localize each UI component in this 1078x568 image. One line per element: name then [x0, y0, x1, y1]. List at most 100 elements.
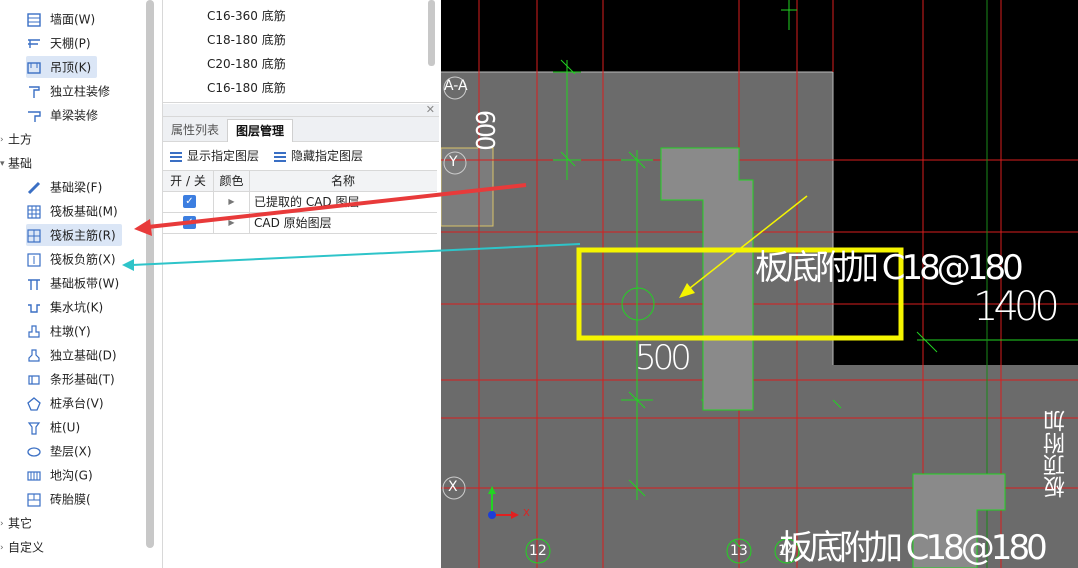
grid-bubble-12: 12	[529, 543, 547, 559]
layer-toolbar: 显示指定图层 隐藏指定图层	[163, 145, 439, 167]
vertical-annotation: 板顶附加	[1044, 410, 1069, 498]
ucs-x-label: X	[523, 508, 530, 519]
axis-y-label: Y	[449, 154, 458, 170]
axis-x-label: X	[448, 479, 458, 495]
hide-layer-button[interactable]: 隐藏指定图层	[273, 145, 363, 167]
dimension-600: 600	[469, 110, 499, 149]
cad-canvas[interactable]: A-A Y X 600 500 1400 板底附加 C18@180 板底附加 C…	[441, 0, 1078, 568]
tree-item-label: 地沟(G)	[50, 468, 93, 483]
expand-icon[interactable]: ▶	[214, 192, 250, 212]
rebar-item[interactable]: C20-180 底筋	[207, 52, 286, 76]
tab-layers[interactable]: 图层管理	[227, 119, 294, 142]
col-name: 名称	[330, 174, 355, 188]
layers-icon	[274, 151, 286, 162]
chevron-right-icon[interactable]: ›	[0, 513, 8, 535]
chevron-right-icon[interactable]: ›	[0, 537, 8, 559]
expand-icon[interactable]: ▶	[214, 213, 250, 233]
tree-item[interactable]: 垫层(X)	[26, 440, 92, 462]
tree-item-label: 自定义	[8, 540, 45, 555]
layers-icon	[170, 151, 182, 162]
tree-item-label: 柱墩(Y)	[50, 324, 91, 339]
tree-item-label: 基础板带(W)	[50, 276, 120, 291]
rebar-list: C16-360 底筋 C18-180 底筋 C20-180 底筋 C16-180…	[163, 0, 439, 103]
hide-layer-label: 隐藏指定图层	[291, 149, 364, 163]
tree-item[interactable]: 砖胎膜(	[26, 488, 91, 510]
dimension-500: 500	[635, 338, 692, 378]
grid-bubble-14: 14	[778, 543, 796, 559]
tree-item-label: 垫层(X)	[50, 444, 92, 459]
sump-pit-icon	[28, 303, 40, 313]
component-tree: 墙面(W) 天棚(P) 吊顶(K) 独立柱装修单梁装修 › 土方 ▾ 基础基础梁(F) 筏板基础…	[0, 0, 158, 568]
col-onoff: 开 / 关	[163, 171, 214, 191]
tree-item-label: 桩(U)	[50, 420, 81, 435]
chevron-down-icon[interactable]: ▾	[0, 153, 8, 175]
pile-icon	[27, 421, 41, 435]
tree-item[interactable]: 独立基础(D)	[26, 344, 117, 366]
tree-item[interactable]: 筏板基础(M)	[26, 200, 118, 222]
tree-item-label: 独立基础(D)	[50, 348, 117, 363]
raft-main-rebar-icon	[27, 228, 41, 243]
tree-item-label: 筏板负筋(X)	[50, 252, 116, 267]
tree-item[interactable]: 桩(U)	[26, 416, 80, 438]
panel-tabs: 属性列表 图层管理	[163, 117, 439, 142]
tree-group[interactable]: › 土方	[0, 128, 32, 150]
layer-name: CAD 原始图层	[254, 216, 332, 230]
col-color: 颜色	[214, 171, 250, 191]
middle-panel: C16-360 底筋 C18-180 底筋 C20-180 底筋 C16-180…	[162, 0, 439, 568]
tree-item[interactable]: 集水坑(K)	[26, 296, 103, 318]
tree-item[interactable]: 吊顶(K)	[26, 56, 98, 78]
list-scrollbar[interactable]	[428, 0, 435, 66]
pile-cap-icon	[27, 396, 41, 411]
strip-footing-icon	[28, 374, 40, 385]
tree-item[interactable]: 地沟(G)	[26, 464, 93, 486]
tree-item-label: 基础梁(F)	[50, 180, 103, 195]
show-layer-button[interactable]: 显示指定图层	[169, 145, 259, 167]
tree-group[interactable]: › 自定义	[0, 536, 44, 558]
tree-item[interactable]: 单梁装修	[26, 104, 98, 126]
rebar-item[interactable]: C18-180 底筋	[207, 28, 286, 52]
dimension-1400: 1400	[973, 284, 1060, 330]
grid-header: 开 / 关 颜色 名称	[163, 171, 437, 192]
tree-group[interactable]: ▾ 基础	[0, 152, 32, 174]
table-row[interactable]: ✓ ▶ CAD 原始图层	[163, 213, 437, 234]
chevron-right-icon[interactable]: ›	[0, 129, 8, 151]
tree-item-label: 集水坑(K)	[50, 300, 104, 315]
tree-item-label: 条形基础(T)	[50, 372, 115, 387]
tree-scrollbar[interactable]	[146, 0, 154, 548]
tree-item-label: 单梁装修	[50, 108, 99, 123]
layer-name: 已提取的 CAD 图层	[254, 195, 360, 209]
table-row[interactable]: ✓ ▶ 已提取的 CAD 图层	[163, 192, 437, 213]
tree-item-label: 独立柱装修	[50, 84, 111, 99]
tree-item[interactable]: 桩承台(V)	[26, 392, 104, 414]
rebar-item[interactable]: C16-180 底筋	[207, 76, 286, 100]
tree-item-label: 墙面(W)	[50, 12, 96, 27]
tree-item[interactable]: 墙面(W)	[26, 8, 95, 30]
section-label: A-A	[444, 78, 468, 94]
rebar-item[interactable]: C16-360 底筋	[207, 4, 286, 28]
foundation-strip-icon	[28, 278, 40, 290]
tree-item[interactable]: 基础板带(W)	[26, 272, 119, 294]
tree-group[interactable]: › 其它	[0, 512, 32, 534]
column-finish-icon	[29, 85, 40, 98]
layer-grid: 开 / 关 颜色 名称 ✓ ▶ 已提取的 CAD 图层 ✓ ▶ CAD 原始图层	[163, 170, 437, 234]
tree-item[interactable]: 独立柱装修	[26, 80, 110, 102]
tree-item[interactable]: 基础梁(F)	[26, 176, 102, 198]
suspended-ceiling-icon	[27, 61, 41, 74]
close-icon[interactable]: ✕	[426, 104, 435, 116]
tab-properties[interactable]: 属性列表	[163, 119, 227, 141]
panel-splitter[interactable]: ✕	[163, 104, 439, 117]
trench-icon	[27, 470, 41, 481]
layer-checkbox[interactable]: ✓	[183, 195, 196, 208]
foundation-beam-icon	[27, 181, 41, 194]
tree-item[interactable]: 天棚(P)	[26, 32, 91, 54]
rebar-annotation: 板底附加 C18@180	[779, 528, 1048, 568]
tree-item-label: 吊顶(K)	[50, 60, 92, 75]
layer-checkbox[interactable]: ✓	[183, 216, 196, 229]
tree-item-label: 筏板主筋(R)	[50, 228, 116, 243]
tree-item[interactable]: 柱墩(Y)	[26, 320, 91, 342]
tree-item[interactable]: 筏板负筋(X)	[26, 248, 116, 270]
ceiling-icon	[28, 38, 40, 48]
rebar-annotation: 板底附加 C18@180	[755, 248, 1024, 288]
tree-item[interactable]: 条形基础(T)	[26, 368, 115, 390]
tree-item[interactable]: 筏板主筋(R)	[26, 224, 122, 246]
